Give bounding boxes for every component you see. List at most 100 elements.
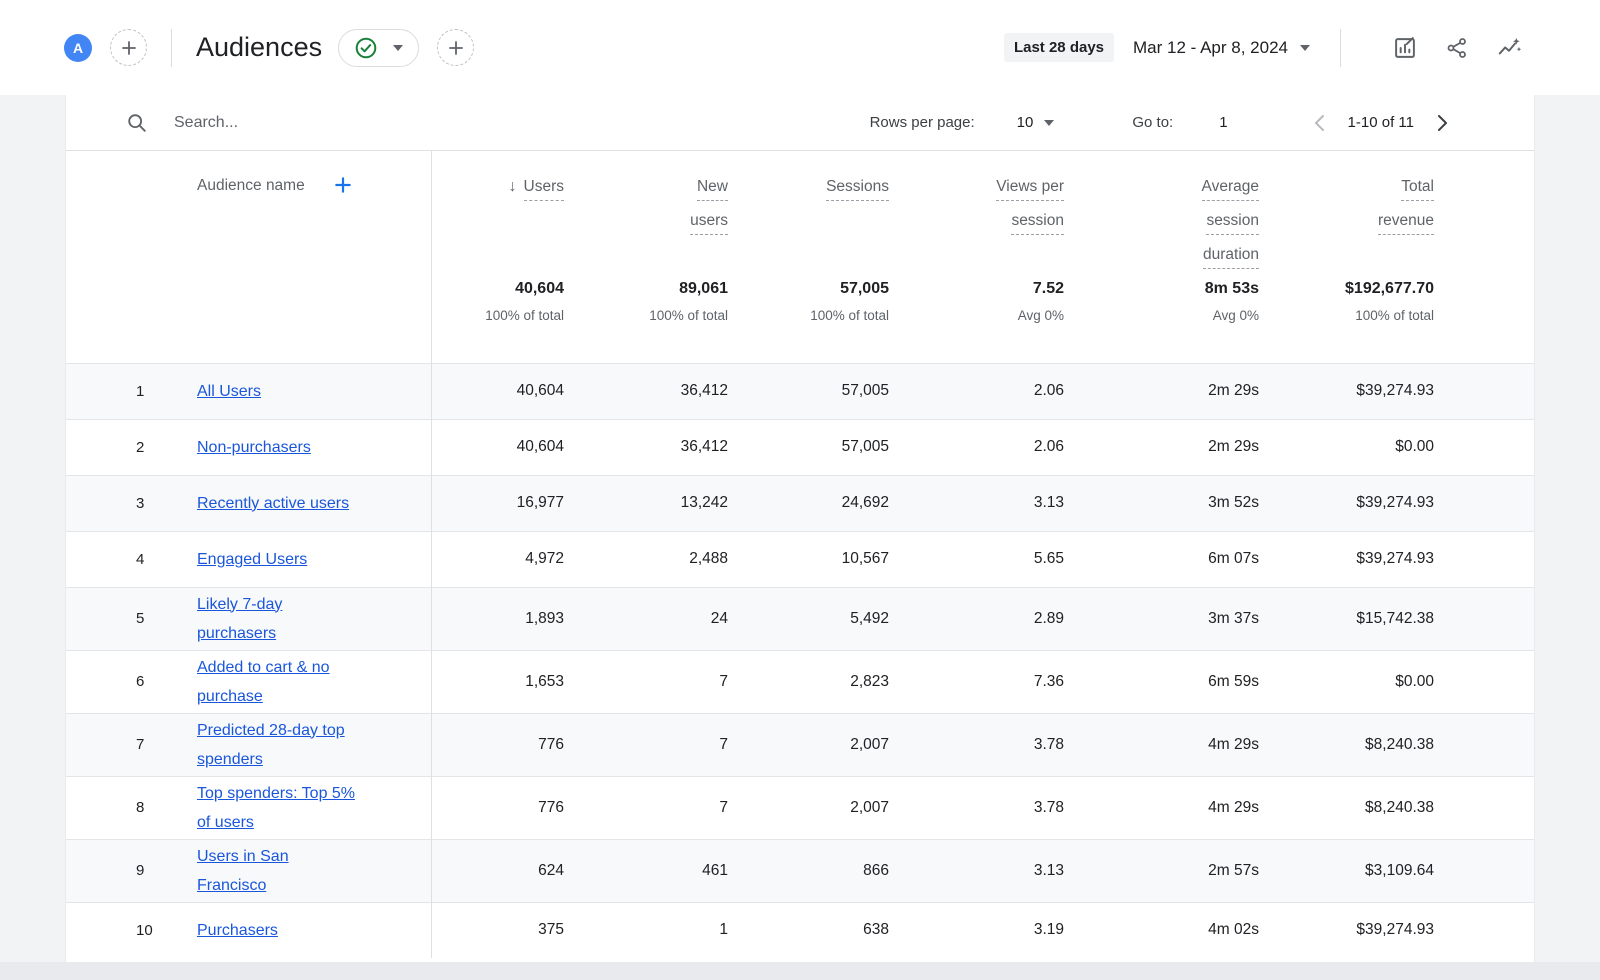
total-subtext: 100% of total: [564, 308, 728, 323]
cell-total-revenue: $3,109.64: [1259, 839, 1534, 902]
cell-views-per-session: 3.13: [889, 475, 1064, 531]
cell-avg-session-duration: 3m 52s: [1064, 475, 1259, 531]
audience-link[interactable]: Engaged Users: [197, 545, 307, 574]
date-range-selector[interactable]: Mar 12 - Apr 8, 2024: [1127, 37, 1316, 59]
cell-views-per-session: 3.13: [889, 839, 1064, 902]
column-header-avg-session-duration[interactable]: Averagesessionduration: [1064, 151, 1259, 279]
column-header-text: Views per: [996, 177, 1064, 201]
rows-per-page-select[interactable]: 10: [1011, 113, 1061, 132]
cell-new-users: 7: [564, 713, 728, 776]
cell-views-per-session: 2.06: [889, 419, 1064, 475]
check-circle-icon: [354, 36, 378, 60]
report-status-dropdown[interactable]: [338, 29, 419, 67]
cell-avg-session-duration: 2m 57s: [1064, 839, 1259, 902]
add-comparison-button[interactable]: [110, 29, 147, 66]
cell-users: 1,653: [431, 650, 564, 713]
search-input[interactable]: [172, 113, 870, 133]
total-subtext: 100% of total: [1259, 308, 1434, 323]
cell-views-per-session: 3.78: [889, 776, 1064, 839]
cell-new-users: 13,242: [564, 475, 728, 531]
cell-users: 624: [431, 839, 564, 902]
audience-link[interactable]: Predicted 28-day top spenders: [197, 716, 359, 774]
row-index-header: [66, 151, 174, 279]
total-subtext: 100% of total: [728, 308, 889, 323]
totals-row: 40,604100% of total89,061100% of total57…: [66, 279, 1534, 363]
cell-avg-session-duration: 2m 29s: [1064, 363, 1259, 419]
table-row: 6Added to cart & no purchase1,65372,8237…: [66, 650, 1534, 713]
total-value: 89,061: [564, 279, 728, 299]
column-header-new-users[interactable]: Newusers: [564, 151, 728, 279]
add-report-button[interactable]: [437, 29, 474, 66]
cell-views-per-session: 2.06: [889, 363, 1064, 419]
chevron-left-icon: [1308, 111, 1332, 135]
cell-views-per-session: 3.78: [889, 713, 1064, 776]
cell-total-revenue: $0.00: [1259, 419, 1534, 475]
cell-new-users: 36,412: [564, 419, 728, 475]
report-card: Rows per page: 10 Go to: 1 1-10 of 11: [65, 95, 1535, 962]
cell-total-revenue: $39,274.93: [1259, 363, 1534, 419]
cell-users: 1,893: [431, 587, 564, 650]
next-page-button[interactable]: [1430, 111, 1454, 135]
total-avg-session-duration: 8m 53sAvg 0%: [1064, 279, 1259, 363]
audience-name-header-text: Audience name: [197, 177, 305, 195]
total-subtext: Avg 0%: [889, 308, 1064, 323]
insights-button[interactable]: [1496, 35, 1522, 61]
column-header-sessions[interactable]: Sessions: [728, 151, 889, 279]
table-row: 10Purchasers37516383.194m 02s$39,274.93: [66, 902, 1534, 958]
cell-total-revenue: $8,240.38: [1259, 776, 1534, 839]
total-views-per-session: 7.52Avg 0%: [889, 279, 1064, 363]
column-header-text: session: [1206, 211, 1259, 235]
cell-sessions: 2,823: [728, 650, 889, 713]
column-header-total-revenue[interactable]: Totalrevenue: [1259, 151, 1534, 279]
page-title: Audiences: [196, 32, 322, 63]
audience-link[interactable]: Non-purchasers: [197, 433, 311, 462]
cell-avg-session-duration: 4m 29s: [1064, 713, 1259, 776]
cell-sessions: 2,007: [728, 776, 889, 839]
total-value: 57,005: [728, 279, 889, 299]
total-new-users: 89,061 100% of total: [564, 279, 728, 363]
table-row: 8Top spenders: Top 5% of users77672,0073…: [66, 776, 1534, 839]
cell-avg-session-duration: 6m 07s: [1064, 531, 1259, 587]
rows-per-page-value: 10: [1017, 114, 1034, 131]
audience-link[interactable]: Purchasers: [197, 916, 278, 945]
cell-new-users: 2,488: [564, 531, 728, 587]
cell-sessions: 24,692: [728, 475, 889, 531]
top-header-bar: A Audiences Last 28 days: [0, 0, 1600, 95]
column-header-row: Audience name ↓UsersNewusersSessionsView…: [66, 151, 1534, 279]
audience-name-cell: Purchasers: [174, 902, 431, 958]
total-total-revenue: $192,677.70 100% of total: [1259, 279, 1534, 363]
chart-edit-icon: [1392, 35, 1418, 61]
cell-new-users: 24: [564, 587, 728, 650]
total-value: $192,677.70: [1259, 279, 1434, 299]
audience-name-cell: Predicted 28-day top spenders: [174, 713, 431, 776]
audience-name-cell: Non-purchasers: [174, 419, 431, 475]
audience-link[interactable]: All Users: [197, 377, 261, 406]
audience-link[interactable]: Users in San Francisco: [197, 842, 359, 900]
cell-users: 375: [431, 902, 564, 958]
page-bottom-edge: [0, 962, 1600, 980]
chevron-down-icon: [1044, 120, 1054, 126]
table-row: 9Users in San Francisco6244618663.132m 5…: [66, 839, 1534, 902]
column-header-users[interactable]: ↓Users: [431, 151, 564, 279]
rows-per-page-label: Rows per page:: [870, 114, 975, 131]
column-header-views-per-session[interactable]: Views persession: [889, 151, 1064, 279]
goto-page-input[interactable]: 1: [1219, 114, 1227, 131]
previous-page-button[interactable]: [1308, 111, 1332, 135]
cell-views-per-session: 5.65: [889, 531, 1064, 587]
table-toolbar: Rows per page: 10 Go to: 1 1-10 of 11: [66, 95, 1534, 151]
add-dimension-button[interactable]: [333, 175, 353, 195]
cell-users: 4,972: [431, 531, 564, 587]
cell-total-revenue: $39,274.93: [1259, 531, 1534, 587]
audience-link[interactable]: Added to cart & no purchase: [197, 653, 359, 711]
table-row: 5Likely 7-day purchasers1,893245,4922.89…: [66, 587, 1534, 650]
edit-report-button[interactable]: [1392, 35, 1418, 61]
row-index: 4: [66, 531, 174, 587]
audience-link[interactable]: Top spenders: Top 5% of users: [197, 779, 359, 837]
divider: [1340, 29, 1341, 67]
audience-link[interactable]: Recently active users: [197, 489, 349, 518]
avatar[interactable]: A: [64, 34, 92, 62]
audience-link[interactable]: Likely 7-day purchasers: [197, 590, 359, 648]
column-header-text: Average: [1202, 177, 1259, 201]
cell-avg-session-duration: 6m 59s: [1064, 650, 1259, 713]
share-button[interactable]: [1445, 36, 1469, 60]
